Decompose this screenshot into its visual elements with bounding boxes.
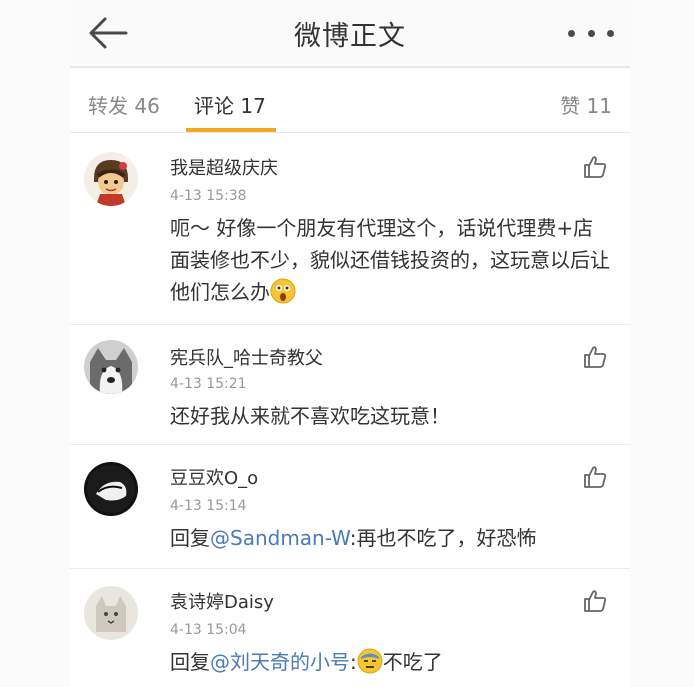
comment-text-content: :再也不吃了，好恐怖 [349,526,537,550]
more-options-button[interactable] [568,26,614,40]
comment-text-separator: : [350,650,357,674]
comment-username[interactable]: 宪兵队_哈士奇教父 [170,344,323,370]
comment-username[interactable]: 我是超级庆庆 [170,154,278,180]
comment-text-content: 呃～ 好像一个朋友有代理这个，话说代理费+店面装修也不少，貌似还借钱投资的，这玩… [170,216,610,304]
like-button[interactable] [582,344,608,370]
top-bar: 微博正文 [70,0,630,68]
surprised-emoji-icon [270,278,296,304]
husky-avatar-icon [84,340,138,394]
reply-prefix: 回复 [170,650,210,674]
avatar[interactable] [84,152,138,206]
sweat-emoji-icon [357,648,383,674]
like-button[interactable] [582,464,608,490]
tab-bar: 转发 46 评论 17 赞 11 [70,68,630,133]
comment-text: 回复@刘天奇的小号: 不吃了 [170,646,610,678]
thumbs-up-icon [584,156,607,178]
comment-text-content: 不吃了 [382,650,443,674]
cartoon-avatar-icon [84,152,138,206]
thumbs-up-icon [584,346,607,368]
more-dot-icon [607,29,614,37]
comment-time: 4-13 15:38 [170,188,247,204]
comment-time: 4-13 15:04 [170,622,247,638]
tab-reposts[interactable]: 转发 46 [88,90,160,119]
thumbs-up-icon [584,590,607,612]
screen: 微博正文 转发 46 评论 17 赞 11 我是超级庆庆 4-13 15:38 … [70,0,630,687]
comment-username[interactable]: 袁诗婷Daisy [170,588,274,614]
comment-item: 宪兵队_哈士奇教父 4-13 15:21 还好我从来就不喜欢吃这玩意！ [70,324,630,445]
portrait-avatar-icon [84,462,138,516]
comment-text: 回复@Sandman-W:再也不吃了，好恐怖 [170,522,610,554]
comment-time: 4-13 15:14 [170,498,247,514]
active-tab-indicator [186,128,276,132]
comment-time: 4-13 15:21 [170,376,247,392]
comment-item: 我是超级庆庆 4-13 15:38 呃～ 好像一个朋友有代理这个，话说代理费+店… [70,134,630,325]
avatar[interactable] [84,340,138,394]
tab-likes[interactable]: 赞 11 [560,90,612,119]
reply-prefix: 回复 [170,526,210,550]
comment-username[interactable]: 豆豆欢O_o [170,464,258,490]
comment-text: 呃～ 好像一个朋友有代理这个，话说代理费+店面装修也不少，貌似还借钱投资的，这玩… [170,212,610,308]
mention-link[interactable]: @刘天奇的小号 [210,650,350,674]
more-dot-icon [587,29,595,37]
avatar[interactable] [84,462,138,516]
avatar[interactable] [84,586,138,640]
comment-text: 还好我从来就不喜欢吃这玩意！ [170,404,450,428]
like-button[interactable] [582,588,608,614]
comment-item: 袁诗婷Daisy 4-13 15:04 回复@刘天奇的小号: 不吃了 [70,568,630,687]
cat-avatar-icon [84,586,138,640]
thumbs-up-icon [584,466,607,488]
mention-link[interactable]: @Sandman-W [210,526,350,550]
more-dot-icon [568,29,575,37]
like-button[interactable] [582,154,608,180]
page-title: 微博正文 [294,21,406,52]
comment-item: 豆豆欢O_o 4-13 15:14 回复@Sandman-W:再也不吃了，好恐怖 [70,444,630,569]
tab-comments[interactable]: 评论 17 [194,90,266,119]
